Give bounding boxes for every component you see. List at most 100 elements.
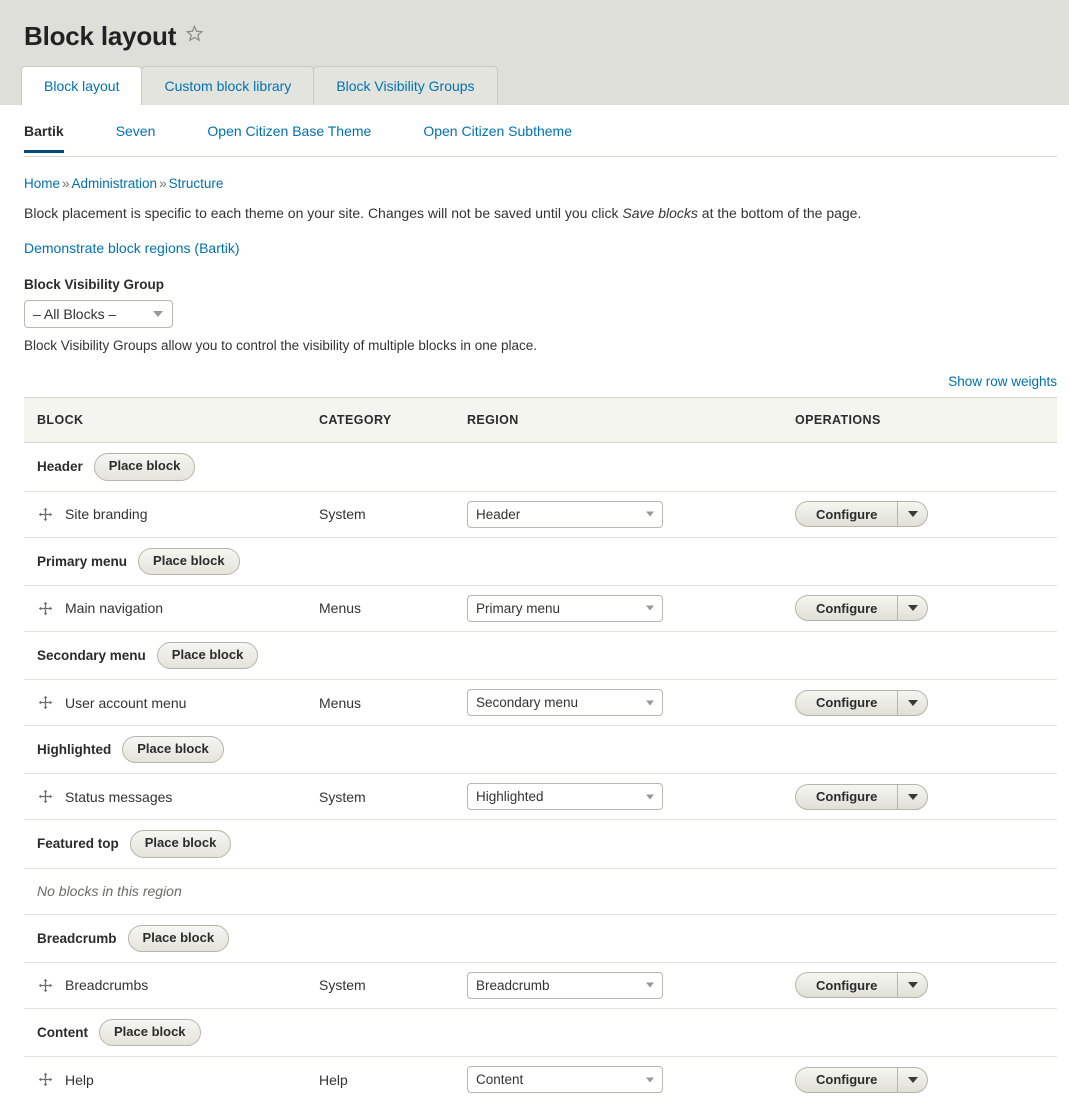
region-select[interactable]: Secondary menu (467, 689, 663, 717)
block-operations-cell: Configure (795, 679, 1057, 727)
chevron-down-icon (907, 699, 918, 706)
place-block-button[interactable]: Place block (93, 453, 196, 481)
tab-block-layout[interactable]: Block layout (21, 66, 143, 105)
configure-button[interactable]: Configure (796, 596, 897, 620)
region-select-value: Highlighted (476, 789, 544, 805)
table-header-row: BLOCK CATEGORY REGION OPERATIONS (24, 397, 1057, 444)
place-block-button[interactable]: Place block (138, 547, 240, 575)
block-category: System (319, 506, 366, 523)
move-arrows-icon[interactable] (37, 506, 53, 522)
region-select-value: Primary menu (476, 600, 561, 616)
breadcrumb: Home» Administration» Structure (24, 157, 1057, 191)
operations-dropdown-toggle[interactable] (897, 596, 927, 621)
theme-tab-bartik[interactable]: Bartik (24, 109, 64, 154)
region-select[interactable]: Content (467, 1066, 663, 1094)
block-category: System (319, 788, 366, 805)
configure-button[interactable]: Configure (796, 691, 897, 715)
block-name: Main navigation (65, 600, 164, 617)
configure-button[interactable]: Configure (796, 785, 897, 809)
table-row: Main navigation Menus Primary menu Configur… (24, 585, 1057, 632)
page-title: Block layout (24, 21, 204, 52)
page-title-text: Block layout (24, 21, 177, 51)
block-category: Menus (319, 694, 362, 711)
table-row: Site branding System Header Configure (24, 491, 1057, 538)
block-visibility-group-select[interactable]: – All Blocks – (24, 300, 173, 329)
place-block-button[interactable]: Place block (122, 736, 224, 764)
region-select[interactable]: Highlighted (467, 783, 663, 811)
move-arrows-icon[interactable] (37, 600, 53, 616)
demonstrate-block-regions-link[interactable]: Demonstrate block regions (Bartik) (24, 240, 240, 256)
region-select[interactable]: Primary menu (467, 594, 663, 622)
operations-dropdown-toggle[interactable] (897, 502, 927, 527)
region-select-value: Header (476, 506, 521, 522)
breadcrumb-item-home[interactable]: Home (24, 176, 60, 191)
place-block-button[interactable]: Place block (156, 641, 259, 670)
tab-block-visibility-groups[interactable]: Block Visibility Groups (313, 66, 498, 105)
region-header-cell: Featured top Place block (24, 819, 1057, 869)
intro-part1: Block placement is specific to each them… (24, 205, 623, 221)
place-block-button[interactable]: Place block (127, 924, 230, 952)
breadcrumb-item-administration[interactable]: Administration (72, 176, 158, 191)
operations-dropdown-toggle[interactable] (897, 973, 927, 998)
block-region-cell: Highlighted (467, 773, 795, 821)
theme-tab-open-citizen-subtheme[interactable]: Open Citizen Subtheme (423, 109, 572, 153)
tab-custom-block-library[interactable]: Custom block library (141, 66, 315, 105)
place-block-button[interactable]: Place block (99, 1018, 201, 1047)
move-arrows-icon[interactable] (37, 1072, 53, 1088)
operations-dropbutton[interactable]: Configure (795, 501, 929, 528)
region-title: Content (37, 1024, 88, 1040)
block-category: Help (319, 1071, 348, 1088)
region-select[interactable]: Header (467, 500, 663, 528)
operations-dropbutton[interactable]: Configure (795, 689, 929, 716)
block-operations-cell: Configure (795, 491, 1057, 538)
table-body: Header Place block Site branding System Head… (24, 442, 1057, 1100)
block-category-cell: System (319, 491, 467, 538)
star-outline-icon[interactable] (185, 21, 204, 47)
operations-dropdown-toggle[interactable] (897, 784, 927, 809)
empty-region-row: No blocks in this region (24, 868, 1057, 915)
block-visibility-group-label: Block Visibility Group (24, 277, 165, 293)
theme-tab-open-citizen-base-theme-label: Open Citizen Base Theme (207, 122, 372, 139)
operations-dropdown-toggle[interactable] (897, 1067, 927, 1092)
region-header-cell: Primary menu Place block (24, 537, 1057, 586)
move-arrows-icon[interactable] (37, 789, 53, 805)
operations-dropbutton[interactable]: Configure (795, 595, 929, 622)
page-header: Block layout Block layout Custom block l… (0, 0, 1069, 105)
theme-tab-open-citizen-base-theme[interactable]: Open Citizen Base Theme (207, 109, 371, 153)
chevron-down-icon (907, 793, 918, 800)
block-name: User account menu (65, 694, 187, 711)
column-header-block: BLOCK (24, 397, 319, 444)
empty-region-text: No blocks in this region (37, 883, 182, 900)
block-name-cell: Help (24, 1056, 319, 1100)
place-block-button[interactable]: Place block (129, 830, 232, 858)
breadcrumb-separator: » (159, 176, 167, 191)
region-title: Breadcrumb (37, 930, 117, 946)
move-arrows-icon[interactable] (37, 977, 53, 993)
block-name: Breadcrumbs (65, 977, 149, 994)
operations-dropbutton[interactable]: Configure (795, 783, 929, 810)
intro-part2: at the bottom of the page. (697, 205, 862, 221)
operations-dropbutton[interactable]: Configure (795, 972, 929, 999)
block-name-cell: Status messages (24, 773, 319, 821)
configure-button[interactable]: Configure (796, 502, 897, 526)
block-category-cell: System (319, 773, 467, 821)
region-header-cell: Secondary menu Place block (24, 631, 1057, 681)
chevron-down-icon (907, 605, 918, 612)
chevron-down-icon (646, 982, 654, 988)
operations-dropdown-toggle[interactable] (897, 690, 927, 715)
configure-button[interactable]: Configure (796, 973, 897, 997)
theme-tab-list: Bartik Seven Open Citizen Base Theme Ope… (24, 105, 1057, 157)
move-arrows-icon[interactable] (37, 695, 53, 711)
block-operations-cell: Configure (795, 1056, 1057, 1100)
region-select[interactable]: Breadcrumb (467, 971, 663, 999)
breadcrumb-item-structure[interactable]: Structure (169, 176, 224, 191)
show-row-weights-link[interactable]: Show row weights (948, 374, 1057, 389)
column-header-operations: OPERATIONS (795, 397, 1057, 444)
region-row-featured-top: Featured top Place block (24, 819, 1057, 869)
block-name-cell: Main navigation (24, 585, 319, 632)
theme-tab-seven[interactable]: Seven (116, 109, 156, 153)
operations-dropbutton[interactable]: Configure (795, 1066, 929, 1093)
show-row-weights-row: Show row weights (24, 373, 1057, 391)
configure-button[interactable]: Configure (796, 1068, 897, 1092)
block-region-cell: Header (467, 491, 795, 538)
